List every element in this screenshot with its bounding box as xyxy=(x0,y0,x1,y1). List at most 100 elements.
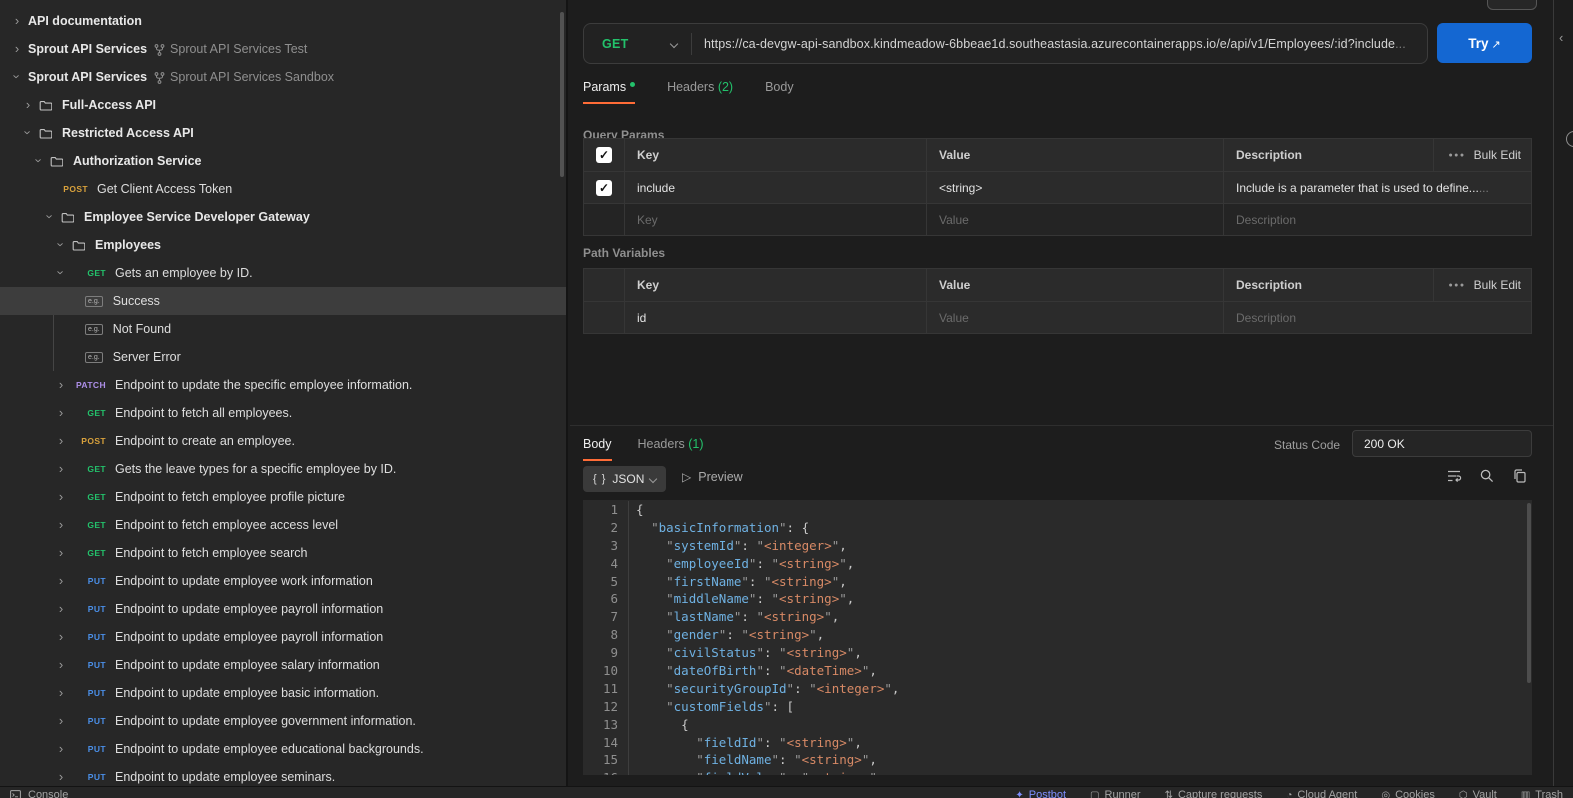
statusbar-item-capture-requests[interactable]: ⇅Capture requests xyxy=(1165,789,1263,798)
sidebar-item-collection[interactable]: ›Sprout API ServicesSprout API Services … xyxy=(0,63,566,91)
chevron-down-icon xyxy=(670,39,678,47)
sidebar-item-example[interactable]: e.g.Not Found xyxy=(0,315,566,343)
preview-button[interactable]: ▷ Preview xyxy=(682,470,743,484)
chevron-expanded-icon[interactable]: › xyxy=(54,235,69,253)
sidebar-item-example[interactable]: e.g.Success xyxy=(0,287,566,315)
bulk-edit-button[interactable]: ●●●Bulk Edit xyxy=(1433,139,1533,171)
partial-circle-icon[interactable] xyxy=(1566,131,1573,147)
select-all-checkbox[interactable]: ✓ xyxy=(596,147,612,163)
sidebar-item-request[interactable]: ›PUTEndpoint to update employee governme… xyxy=(0,707,566,735)
sidebar-item-collection[interactable]: ›Sprout API ServicesSprout API Services … xyxy=(0,35,566,63)
chevron-collapsed-icon[interactable]: › xyxy=(52,433,70,448)
sidebar-item-request[interactable]: ›PUTEndpoint to update employee basic in… xyxy=(0,679,566,707)
chevron-collapsed-icon[interactable]: › xyxy=(52,741,70,756)
chevron-collapsed-icon[interactable]: › xyxy=(19,97,37,112)
tab-headers[interactable]: Headers (2) xyxy=(667,80,733,102)
sidebar-item-request[interactable]: ›PUTEndpoint to update employee seminars… xyxy=(0,763,566,786)
sidebar-item-folder[interactable]: ›Restricted Access API xyxy=(0,119,566,147)
statusbar-item-cookies[interactable]: ◎Cookies xyxy=(1381,789,1434,798)
statusbar-item-trash[interactable]: ▥Trash xyxy=(1521,789,1563,798)
sidebar-item-folder[interactable]: › Employees xyxy=(0,231,566,259)
method-select[interactable]: GET xyxy=(584,37,691,51)
param-value-input[interactable]: <string> xyxy=(926,172,1223,203)
param-description-input[interactable]: Description xyxy=(1223,204,1533,235)
status-code-input[interactable]: 200 OK xyxy=(1352,430,1532,457)
sidebar-item-request[interactable]: ›POSTEndpoint to create an employee. xyxy=(0,427,566,455)
code-scrollbar[interactable] xyxy=(1527,503,1531,683)
tab-params[interactable]: Params xyxy=(583,80,635,102)
example-icon: e.g. xyxy=(85,296,103,307)
param-description-input[interactable]: Include is a parameter that is used to d… xyxy=(1223,172,1533,203)
chevron-collapsed-icon[interactable]: › xyxy=(52,545,70,560)
statusbar-item-label: Runner xyxy=(1105,789,1141,798)
chevron-expanded-icon[interactable]: › xyxy=(54,263,69,281)
pathvar-value-input[interactable]: Value xyxy=(926,302,1223,333)
chevron-collapsed-icon[interactable]: › xyxy=(52,601,70,616)
chevron-collapsed-icon[interactable]: › xyxy=(52,405,70,420)
chevron-collapsed-icon[interactable]: › xyxy=(52,657,70,672)
row-checkbox[interactable]: ✓ xyxy=(596,180,612,196)
sidebar-item-request[interactable]: POSTGet Client Access Token xyxy=(0,175,566,203)
sidebar-item-example[interactable]: e.g.Server Error xyxy=(0,343,566,371)
bulk-edit-button[interactable]: ●●●Bulk Edit xyxy=(1433,269,1533,301)
statusbar-item-cloud-agent[interactable]: ◔Cloud Agent xyxy=(1286,789,1357,798)
sidebar-item-folder[interactable]: ›Full-Access API xyxy=(0,91,566,119)
chevron-expanded-icon[interactable]: › xyxy=(21,123,36,141)
chevron-expanded-icon[interactable]: › xyxy=(10,67,25,85)
copy-icon[interactable] xyxy=(1512,468,1528,484)
partial-toolbar-button[interactable] xyxy=(1487,0,1537,10)
sidebar-item-label: Endpoint to update employee educational … xyxy=(115,742,424,756)
response-code-editor[interactable]: 1{2 "basicInformation": {3 "systemId": "… xyxy=(583,500,1532,775)
chevron-collapsed-icon[interactable]: › xyxy=(52,685,70,700)
sidebar-item-request[interactable]: ›PUTEndpoint to update employee work inf… xyxy=(0,567,566,595)
chevron-collapsed-icon[interactable]: › xyxy=(52,517,70,532)
sidebar-item-request[interactable]: ›GETGets an employee by ID. xyxy=(0,259,566,287)
url-input[interactable]: https://ca-devgw-api-sandbox.kindmeadow-… xyxy=(692,37,1418,51)
tab-response-body[interactable]: Body xyxy=(583,437,612,459)
tab-response-headers[interactable]: Headers (1) xyxy=(638,437,704,459)
wrap-text-icon[interactable] xyxy=(1446,468,1462,484)
statusbar-item-postbot[interactable]: ✦Postbot xyxy=(1015,789,1066,798)
code-line: 10 "dateOfBirth": "<dateTime>", xyxy=(583,662,1532,680)
search-icon[interactable] xyxy=(1479,468,1495,484)
chevron-collapsed-icon[interactable]: › xyxy=(52,573,70,588)
sidebar-item-request[interactable]: ›PUTEndpoint to update employee payroll … xyxy=(0,623,566,651)
chevron-expanded-icon[interactable]: › xyxy=(32,151,47,169)
tab-body[interactable]: Body xyxy=(765,80,794,102)
sidebar-item-label: Employees xyxy=(95,238,161,252)
sidebar-item-request[interactable]: ›PUTEndpoint to update employee payroll … xyxy=(0,595,566,623)
sidebar-item-request[interactable]: ›GETEndpoint to fetch employee profile p… xyxy=(0,483,566,511)
sidebar-item-collection[interactable]: ›API documentation xyxy=(0,7,566,35)
chevron-collapsed-icon[interactable]: › xyxy=(52,377,70,392)
sidebar-item-request[interactable]: ›PATCHEndpoint to update the specific em… xyxy=(0,371,566,399)
statusbar-item-vault[interactable]: ⬡Vault xyxy=(1459,789,1497,798)
try-button[interactable]: Try↗ xyxy=(1437,23,1532,63)
chevron-collapsed-icon[interactable]: › xyxy=(8,41,26,56)
sidebar-item-folder[interactable]: ›Authorization Service xyxy=(0,147,566,175)
sidebar-item-folder[interactable]: ›Employee Service Developer Gateway xyxy=(0,203,566,231)
chevron-collapsed-icon[interactable]: › xyxy=(8,13,26,28)
chevron-collapsed-icon[interactable]: › xyxy=(52,489,70,504)
console-button[interactable]: Console xyxy=(10,789,68,798)
param-value-input[interactable]: Value xyxy=(926,204,1223,235)
body-format-select[interactable]: { } JSON xyxy=(583,466,666,492)
sidebar-item-request[interactable]: ›GETGets the leave types for a specific … xyxy=(0,455,566,483)
sidebar-item-request[interactable]: ›GETEndpoint to fetch all employees. xyxy=(0,399,566,427)
chevron-collapsed-icon[interactable]: › xyxy=(52,629,70,644)
sidebar-item-request[interactable]: ›GETEndpoint to fetch employee access le… xyxy=(0,511,566,539)
statusbar-item-runner[interactable]: ▢Runner xyxy=(1090,789,1141,798)
sidebar-item-request[interactable]: ›GETEndpoint to fetch employee search xyxy=(0,539,566,567)
pathvar-description-input[interactable]: Description xyxy=(1223,302,1533,333)
param-key-input[interactable]: Key xyxy=(624,204,926,235)
param-key-input[interactable]: include xyxy=(624,172,926,203)
collapse-panel-icon[interactable]: ‹ xyxy=(1559,30,1563,45)
sidebar-item-request[interactable]: ›PUTEndpoint to update employee salary i… xyxy=(0,651,566,679)
sidebar-item-request[interactable]: ›PUTEndpoint to update employee educatio… xyxy=(0,735,566,763)
chevron-collapsed-icon[interactable]: › xyxy=(52,461,70,476)
method-badge-put: PUT xyxy=(70,660,106,670)
chevron-collapsed-icon[interactable]: › xyxy=(52,769,70,784)
chevron-expanded-icon[interactable]: › xyxy=(43,207,58,225)
pathvar-key-input[interactable]: id xyxy=(624,302,926,333)
sidebar-scrollbar[interactable] xyxy=(560,12,564,177)
chevron-collapsed-icon[interactable]: › xyxy=(52,713,70,728)
